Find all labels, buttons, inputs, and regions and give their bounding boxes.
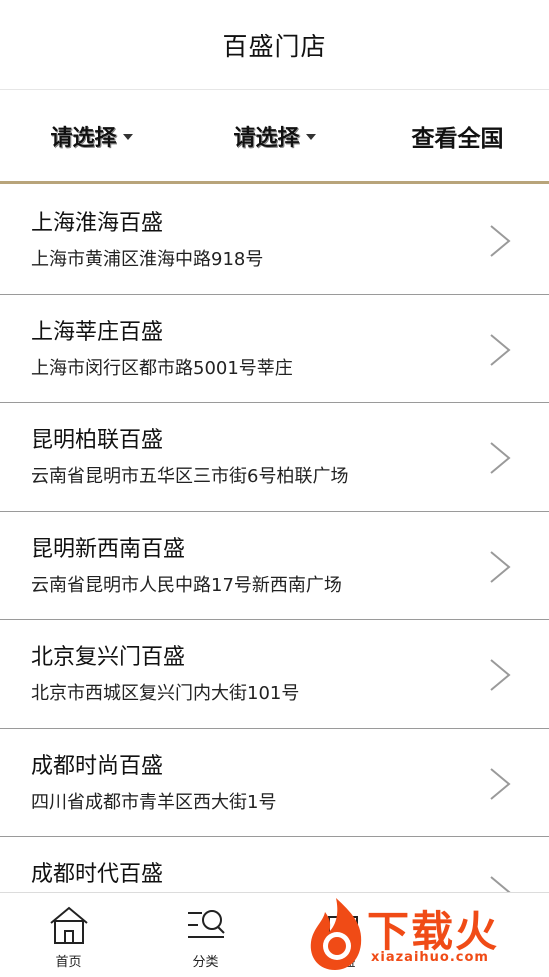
city-filter[interactable]: 请选择 xyxy=(183,120,366,152)
store-item[interactable]: 昆明新西南百盛 云南省昆明市人民中路17号新西南广场 xyxy=(0,512,549,620)
view-nationwide-button[interactable]: 查看全国 xyxy=(366,119,549,153)
store-name: 成都时尚百盛 xyxy=(31,753,164,779)
province-filter-label: 请选择 xyxy=(50,126,117,151)
tab-home-label: 首页 xyxy=(55,955,82,970)
category-search-icon xyxy=(187,910,225,938)
filter-bar: 请选择 请选择 查看全国 xyxy=(0,91,549,184)
store-item[interactable]: 上海莘庄百盛 上海市闵行区都市路5001号莘庄 xyxy=(0,295,549,403)
chevron-right-icon xyxy=(490,659,511,691)
chevron-right-icon xyxy=(490,225,511,257)
caret-down-icon xyxy=(122,134,133,140)
flame-logo-icon xyxy=(310,898,362,970)
tab-category[interactable]: 分类 xyxy=(137,893,274,977)
app-header: 百盛门店 xyxy=(0,0,549,90)
store-item[interactable]: 成都时代百盛 xyxy=(0,837,549,892)
store-item[interactable]: 上海淮海百盛 上海市黄浦区淮海中路918号 xyxy=(0,186,549,295)
store-address: 上海市闵行区都市路5001号莘庄 xyxy=(31,357,293,379)
city-filter-label: 请选择 xyxy=(233,126,300,151)
store-address: 上海市黄浦区淮海中路918号 xyxy=(31,249,264,270)
province-filter[interactable]: 请选择 xyxy=(0,120,183,152)
home-icon xyxy=(49,906,88,944)
view-nationwide-label: 查看全国 xyxy=(411,126,504,152)
store-item[interactable]: 成都时尚百盛 四川省成都市青羊区西大街1号 xyxy=(0,729,549,837)
watermark-url: xiazaihuo.com xyxy=(371,950,489,965)
chevron-right-icon xyxy=(490,876,511,892)
store-name: 成都时代百盛 xyxy=(31,862,164,887)
page-title: 百盛门店 xyxy=(222,31,327,61)
chevron-right-icon xyxy=(490,767,511,800)
store-name: 上海莘庄百盛 xyxy=(31,319,164,345)
store-name: 昆明新西南百盛 xyxy=(31,536,186,562)
store-name: 北京复兴门百盛 xyxy=(31,645,186,670)
store-address: 云南省昆明市人民中路17号新西南广场 xyxy=(31,574,342,596)
tab-category-label: 分类 xyxy=(192,955,219,970)
store-name: 昆明柏联百盛 xyxy=(31,428,164,453)
tab-home[interactable]: 首页 xyxy=(0,893,137,977)
chevron-right-icon xyxy=(490,333,511,366)
store-name: 上海淮海百盛 xyxy=(31,211,164,236)
chevron-right-icon xyxy=(490,442,511,474)
watermark-logo: 下载火 xiazaihuo.com xyxy=(299,892,549,977)
chevron-right-icon xyxy=(490,550,511,583)
store-item[interactable]: 昆明柏联百盛 云南省昆明市五华区三市街6号柏联广场 xyxy=(0,403,549,512)
store-address: 云南省昆明市五华区三市街6号柏联广场 xyxy=(31,466,349,487)
store-address: 北京市西城区复兴门内大街101号 xyxy=(31,683,300,704)
store-list[interactable]: 上海淮海百盛 上海市黄浦区淮海中路918号 上海莘庄百盛 上海市闵行区都市路50… xyxy=(0,186,549,892)
caret-down-icon xyxy=(305,134,316,140)
store-address: 四川省成都市青羊区西大街1号 xyxy=(31,791,277,813)
store-item[interactable]: 北京复兴门百盛 北京市西城区复兴门内大街101号 xyxy=(0,620,549,729)
